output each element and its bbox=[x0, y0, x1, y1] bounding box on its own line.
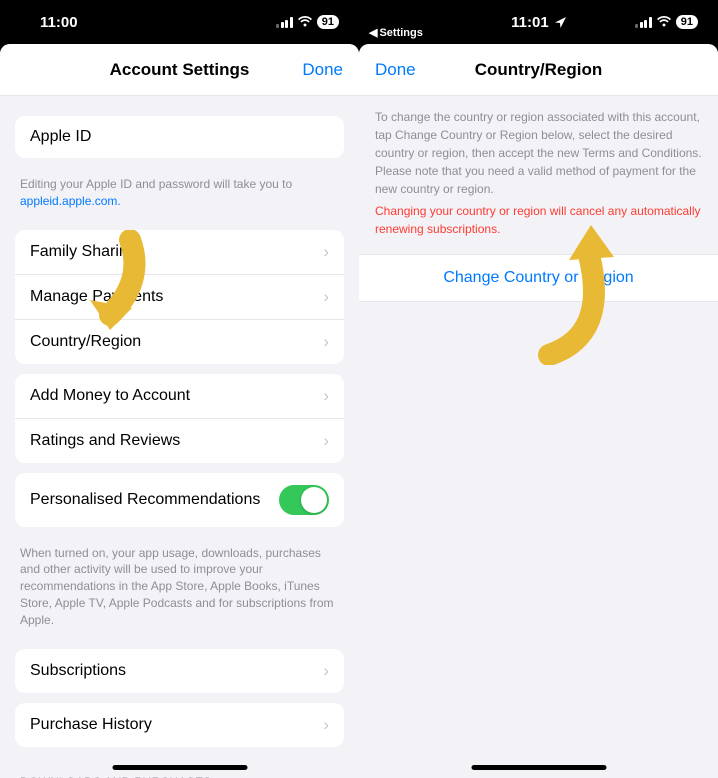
chevron-left-icon: ◀ bbox=[369, 26, 377, 39]
phone-right-country-region: 11:01 ◀ Settings 91 Done Country/Region … bbox=[359, 0, 718, 778]
chevron-right-icon: › bbox=[323, 242, 329, 262]
purchase-history-row[interactable]: Purchase History › bbox=[15, 703, 344, 747]
info-text: To change the country or region associat… bbox=[359, 96, 718, 202]
status-time: 11:00 bbox=[40, 14, 78, 31]
page-title: Country/Region bbox=[475, 60, 603, 80]
ratings-reviews-row[interactable]: Ratings and Reviews › bbox=[15, 419, 344, 463]
chevron-right-icon: › bbox=[323, 431, 329, 451]
appleid-link[interactable]: appleid.apple.com. bbox=[20, 194, 121, 208]
apple-id-footer: Editing your Apple ID and password will … bbox=[0, 168, 359, 210]
status-bar: 11:00 91 bbox=[0, 0, 359, 44]
change-country-button[interactable]: Change Country or Region bbox=[359, 254, 718, 302]
back-to-settings[interactable]: ◀ Settings bbox=[369, 26, 423, 39]
home-indicator[interactable] bbox=[471, 765, 606, 770]
manage-payments-row[interactable]: Manage Payments › bbox=[15, 275, 344, 320]
page-title: Account Settings bbox=[110, 60, 250, 80]
row-label: Apple ID bbox=[30, 128, 91, 146]
recs-footer: When turned on, your app usage, download… bbox=[0, 537, 359, 629]
apple-id-row[interactable]: Apple ID bbox=[15, 116, 344, 158]
signal-icon bbox=[276, 17, 293, 28]
done-button[interactable]: Done bbox=[375, 60, 416, 80]
battery-icon: 91 bbox=[676, 15, 698, 29]
personalised-recs-row: Personalised Recommendations bbox=[15, 473, 344, 527]
wifi-icon bbox=[297, 16, 313, 28]
chevron-right-icon: › bbox=[323, 661, 329, 681]
chevron-right-icon: › bbox=[323, 715, 329, 735]
signal-icon bbox=[635, 17, 652, 28]
country-region-row[interactable]: Country/Region › bbox=[15, 320, 344, 364]
done-button[interactable]: Done bbox=[302, 60, 343, 80]
subscriptions-row[interactable]: Subscriptions › bbox=[15, 649, 344, 693]
home-indicator[interactable] bbox=[112, 765, 247, 770]
warning-text: Changing your country or region will can… bbox=[359, 202, 718, 242]
status-bar: 11:01 ◀ Settings 91 bbox=[359, 0, 718, 44]
chevron-right-icon: › bbox=[323, 386, 329, 406]
chevron-right-icon: › bbox=[323, 332, 329, 352]
chevron-right-icon: › bbox=[323, 287, 329, 307]
family-sharing-row[interactable]: Family Sharing › bbox=[15, 230, 344, 275]
location-icon bbox=[555, 17, 566, 28]
add-money-row[interactable]: Add Money to Account › bbox=[15, 374, 344, 419]
battery-icon: 91 bbox=[317, 15, 339, 29]
phone-left-account-settings: 11:00 91 Account Settings Done Apple ID … bbox=[0, 0, 359, 778]
recs-toggle[interactable] bbox=[279, 485, 329, 515]
nav-header: Account Settings Done bbox=[0, 44, 359, 96]
nav-header: Done Country/Region bbox=[359, 44, 718, 96]
wifi-icon bbox=[656, 16, 672, 28]
